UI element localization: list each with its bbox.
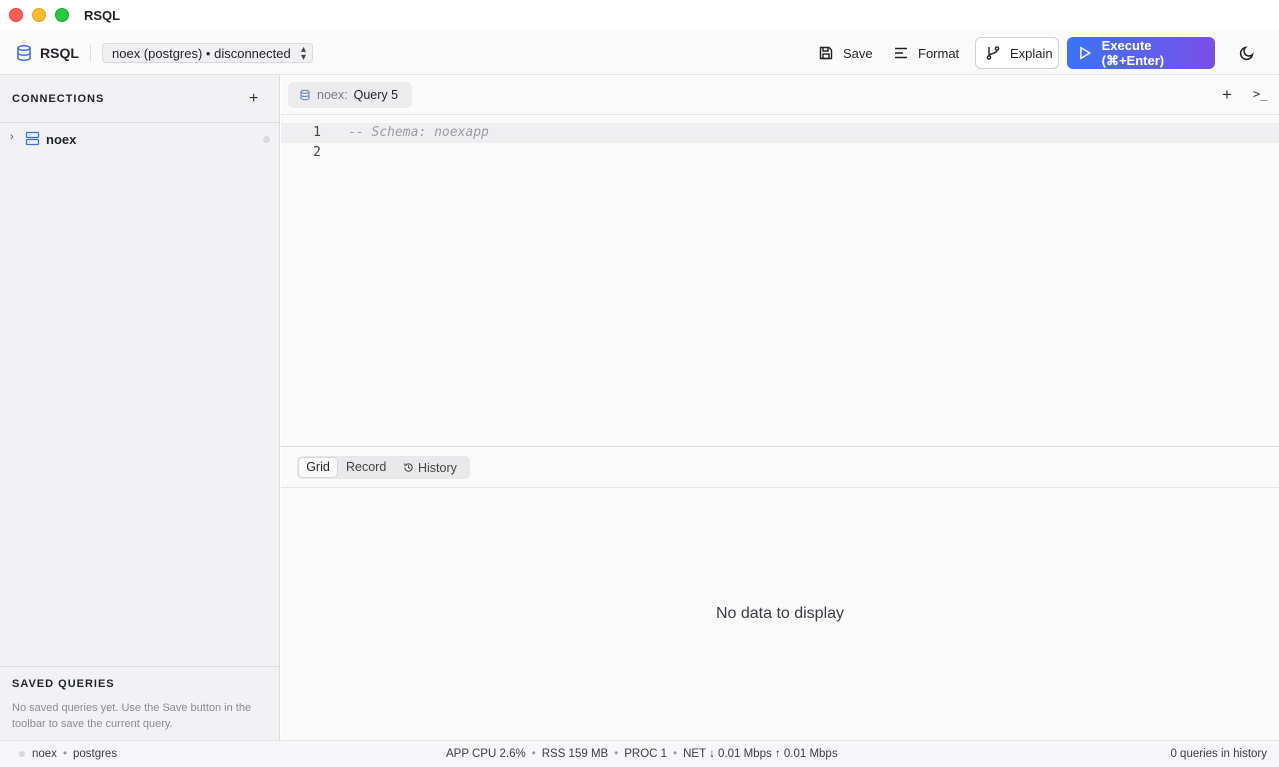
window-minimize-button[interactable] — [32, 8, 46, 22]
sidebar: CONNECTIONS + › noex SAVED QUERIES No sa… — [0, 75, 280, 740]
tab-history[interactable]: History — [403, 458, 457, 477]
save-button-label: Save — [843, 45, 873, 61]
play-icon — [1080, 46, 1092, 60]
line-number: 2 — [313, 145, 321, 160]
window-titlebar: RSQL — [0, 0, 1279, 31]
server-icon — [25, 131, 40, 146]
tab-grid[interactable]: Grid — [299, 458, 337, 477]
status-history-count: 0 queries in history — [1170, 748, 1267, 760]
new-tab-button[interactable]: + — [1222, 85, 1232, 105]
git-branch-icon — [986, 46, 1000, 60]
save-icon — [819, 46, 833, 60]
saved-queries-title: SAVED QUERIES — [12, 678, 115, 690]
sidebar-divider — [0, 122, 279, 123]
status-rss: RSS 159 MB — [541, 748, 609, 760]
saved-queries-divider — [0, 666, 279, 667]
execute-button[interactable]: Execute (⌘+Enter) — [1067, 37, 1215, 69]
tab-record[interactable]: Record — [346, 458, 386, 477]
connection-status-dot — [19, 751, 25, 757]
status-bar: noex • postgres APP CPU 2.6% • RSS 159 MB • PR… — [0, 740, 1279, 767]
no-data-message: No data to display — [715, 605, 845, 622]
status-proc: PROC 1 — [624, 748, 668, 760]
history-icon — [404, 463, 413, 472]
editor-line[interactable]: 1 -- Schema: noexapp — [281, 123, 1279, 143]
tab-name-label: Query 5 — [353, 88, 399, 102]
save-button[interactable]: Save — [818, 37, 873, 69]
chevron-right-icon[interactable]: › — [10, 131, 14, 143]
database-icon — [17, 45, 31, 61]
line-code: -- Schema: noexapp — [348, 125, 489, 140]
toolbar-divider — [90, 44, 91, 62]
connection-select[interactable]: noex (postgres) • disconnected ▴ ▾ — [102, 43, 313, 63]
window-maximize-button[interactable] — [55, 8, 69, 22]
theme-toggle-button[interactable] — [1239, 37, 1255, 69]
connections-title: CONNECTIONS — [12, 93, 105, 105]
status-connection-name: noex — [32, 748, 57, 760]
status-driver: postgres — [72, 748, 118, 760]
app-brand: RSQL — [40, 45, 79, 61]
connection-select-value: noex (postgres) • disconnected — [112, 46, 291, 61]
window-title: RSQL — [84, 8, 121, 23]
add-connection-button[interactable]: + — [249, 90, 258, 108]
explain-button-label: Explain — [1010, 45, 1053, 61]
saved-queries-empty-text: No saved queries yet. Use the Save butto… — [12, 702, 252, 730]
line-number: 1 — [313, 125, 321, 140]
explain-button[interactable]: Explain — [975, 37, 1059, 69]
results-tabs: Grid Record History — [297, 456, 470, 479]
format-lines-icon — [895, 47, 907, 59]
status-metrics: APP CPU 2.6% • RSS 159 MB • PROC 1 • NET ↓ 0.0… — [446, 748, 838, 760]
results-divider — [281, 487, 1279, 488]
connection-item[interactable]: › noex — [0, 129, 279, 149]
tab-connection-label: noex: — [317, 88, 348, 102]
terminal-icon[interactable]: >_ — [1253, 87, 1267, 101]
connection-status-dot — [263, 136, 270, 143]
status-connection: noex • postgres — [32, 748, 118, 760]
format-button-label: Format — [918, 45, 960, 61]
chevron-up-down-icon: ▴ ▾ — [300, 44, 306, 63]
query-tabbar: noex: Query 5 + >_ — [281, 75, 1279, 115]
main-panel: noex: Query 5 + >_ 1 -- Schema: noexapp … — [281, 75, 1279, 740]
status-net: NET ↓ 0.01 Mbps ↑ 0.01 Mbps — [683, 748, 838, 760]
connection-item-label: noex — [46, 132, 77, 147]
format-button[interactable]: Format — [893, 37, 959, 69]
sql-editor[interactable]: 1 -- Schema: noexapp 2 — [281, 116, 1279, 447]
database-icon — [300, 89, 310, 101]
execute-button-label: Execute (⌘+Enter) — [1101, 37, 1165, 68]
tab-query-5[interactable]: noex: Query 5 — [288, 82, 412, 108]
results-panel: Grid Record History No data to display — [281, 448, 1279, 740]
tab-history-label: History — [418, 460, 457, 475]
editor-line[interactable]: 2 — [281, 143, 1279, 163]
window-close-button[interactable] — [9, 8, 23, 22]
moon-icon — [1239, 46, 1254, 61]
toolbar: RSQL noex (postgres) • disconnected ▴ ▾ S… — [0, 31, 1279, 75]
status-cpu: APP CPU 2.6% — [446, 748, 526, 760]
